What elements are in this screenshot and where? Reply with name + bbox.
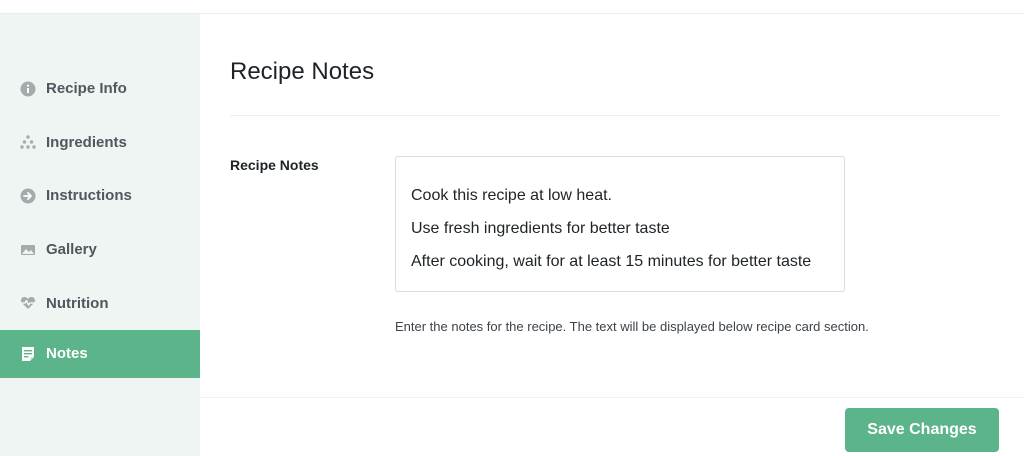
sidebar-item-instructions[interactable]: Instructions [0,169,200,223]
recipe-notes-label: Recipe Notes [230,157,319,173]
sidebar-item-gallery[interactable]: Gallery [0,223,200,277]
help-text: Enter the notes for the recipe. The text… [395,319,869,334]
recipe-notes-textarea[interactable]: Cook this recipe at low heat. Use fresh … [395,156,845,292]
notes-line: Use fresh ingredients for better taste [411,220,670,237]
sidebar-item-ingredients[interactable]: Ingredients [0,116,200,170]
sidebar-item-label: Recipe Info [46,80,127,98]
sidebar-item-label: Ingredients [46,133,127,151]
sidebar-item-recipe-info[interactable]: Recipe Info [0,62,200,116]
notes-icon [20,346,36,362]
sidebar-item-nutrition[interactable]: Nutrition [0,276,200,330]
sidebar-item-label: Instructions [46,187,132,205]
sidebar-item-label: Gallery [46,241,97,259]
page-title: Recipe Notes [230,58,375,85]
gallery-icon [20,242,36,258]
info-icon [20,81,36,97]
notes-line: Cook this recipe at low heat. [411,187,612,204]
main-panel: Recipe Notes Recipe Notes Cook this reci… [200,14,1024,456]
save-changes-button[interactable]: Save Changes [845,408,999,452]
notes-line: After cooking, wait for at least 15 minu… [411,253,812,270]
arrow-right-circle-icon [20,188,36,204]
sidebar: Recipe Info Ingredients Instructions Gal… [0,14,200,456]
heart-pulse-icon [20,295,36,311]
sidebar-item-notes[interactable]: Notes [0,329,200,378]
ingredients-icon [20,134,36,150]
sidebar-item-label: Nutrition [46,294,109,312]
divider [230,115,1000,116]
sidebar-nav: Recipe Info Ingredients Instructions Gal… [0,62,200,378]
app-window: Recipe Info Ingredients Instructions Gal… [0,0,1024,456]
footer-divider [200,397,1024,398]
sidebar-item-label: Notes [46,345,88,363]
